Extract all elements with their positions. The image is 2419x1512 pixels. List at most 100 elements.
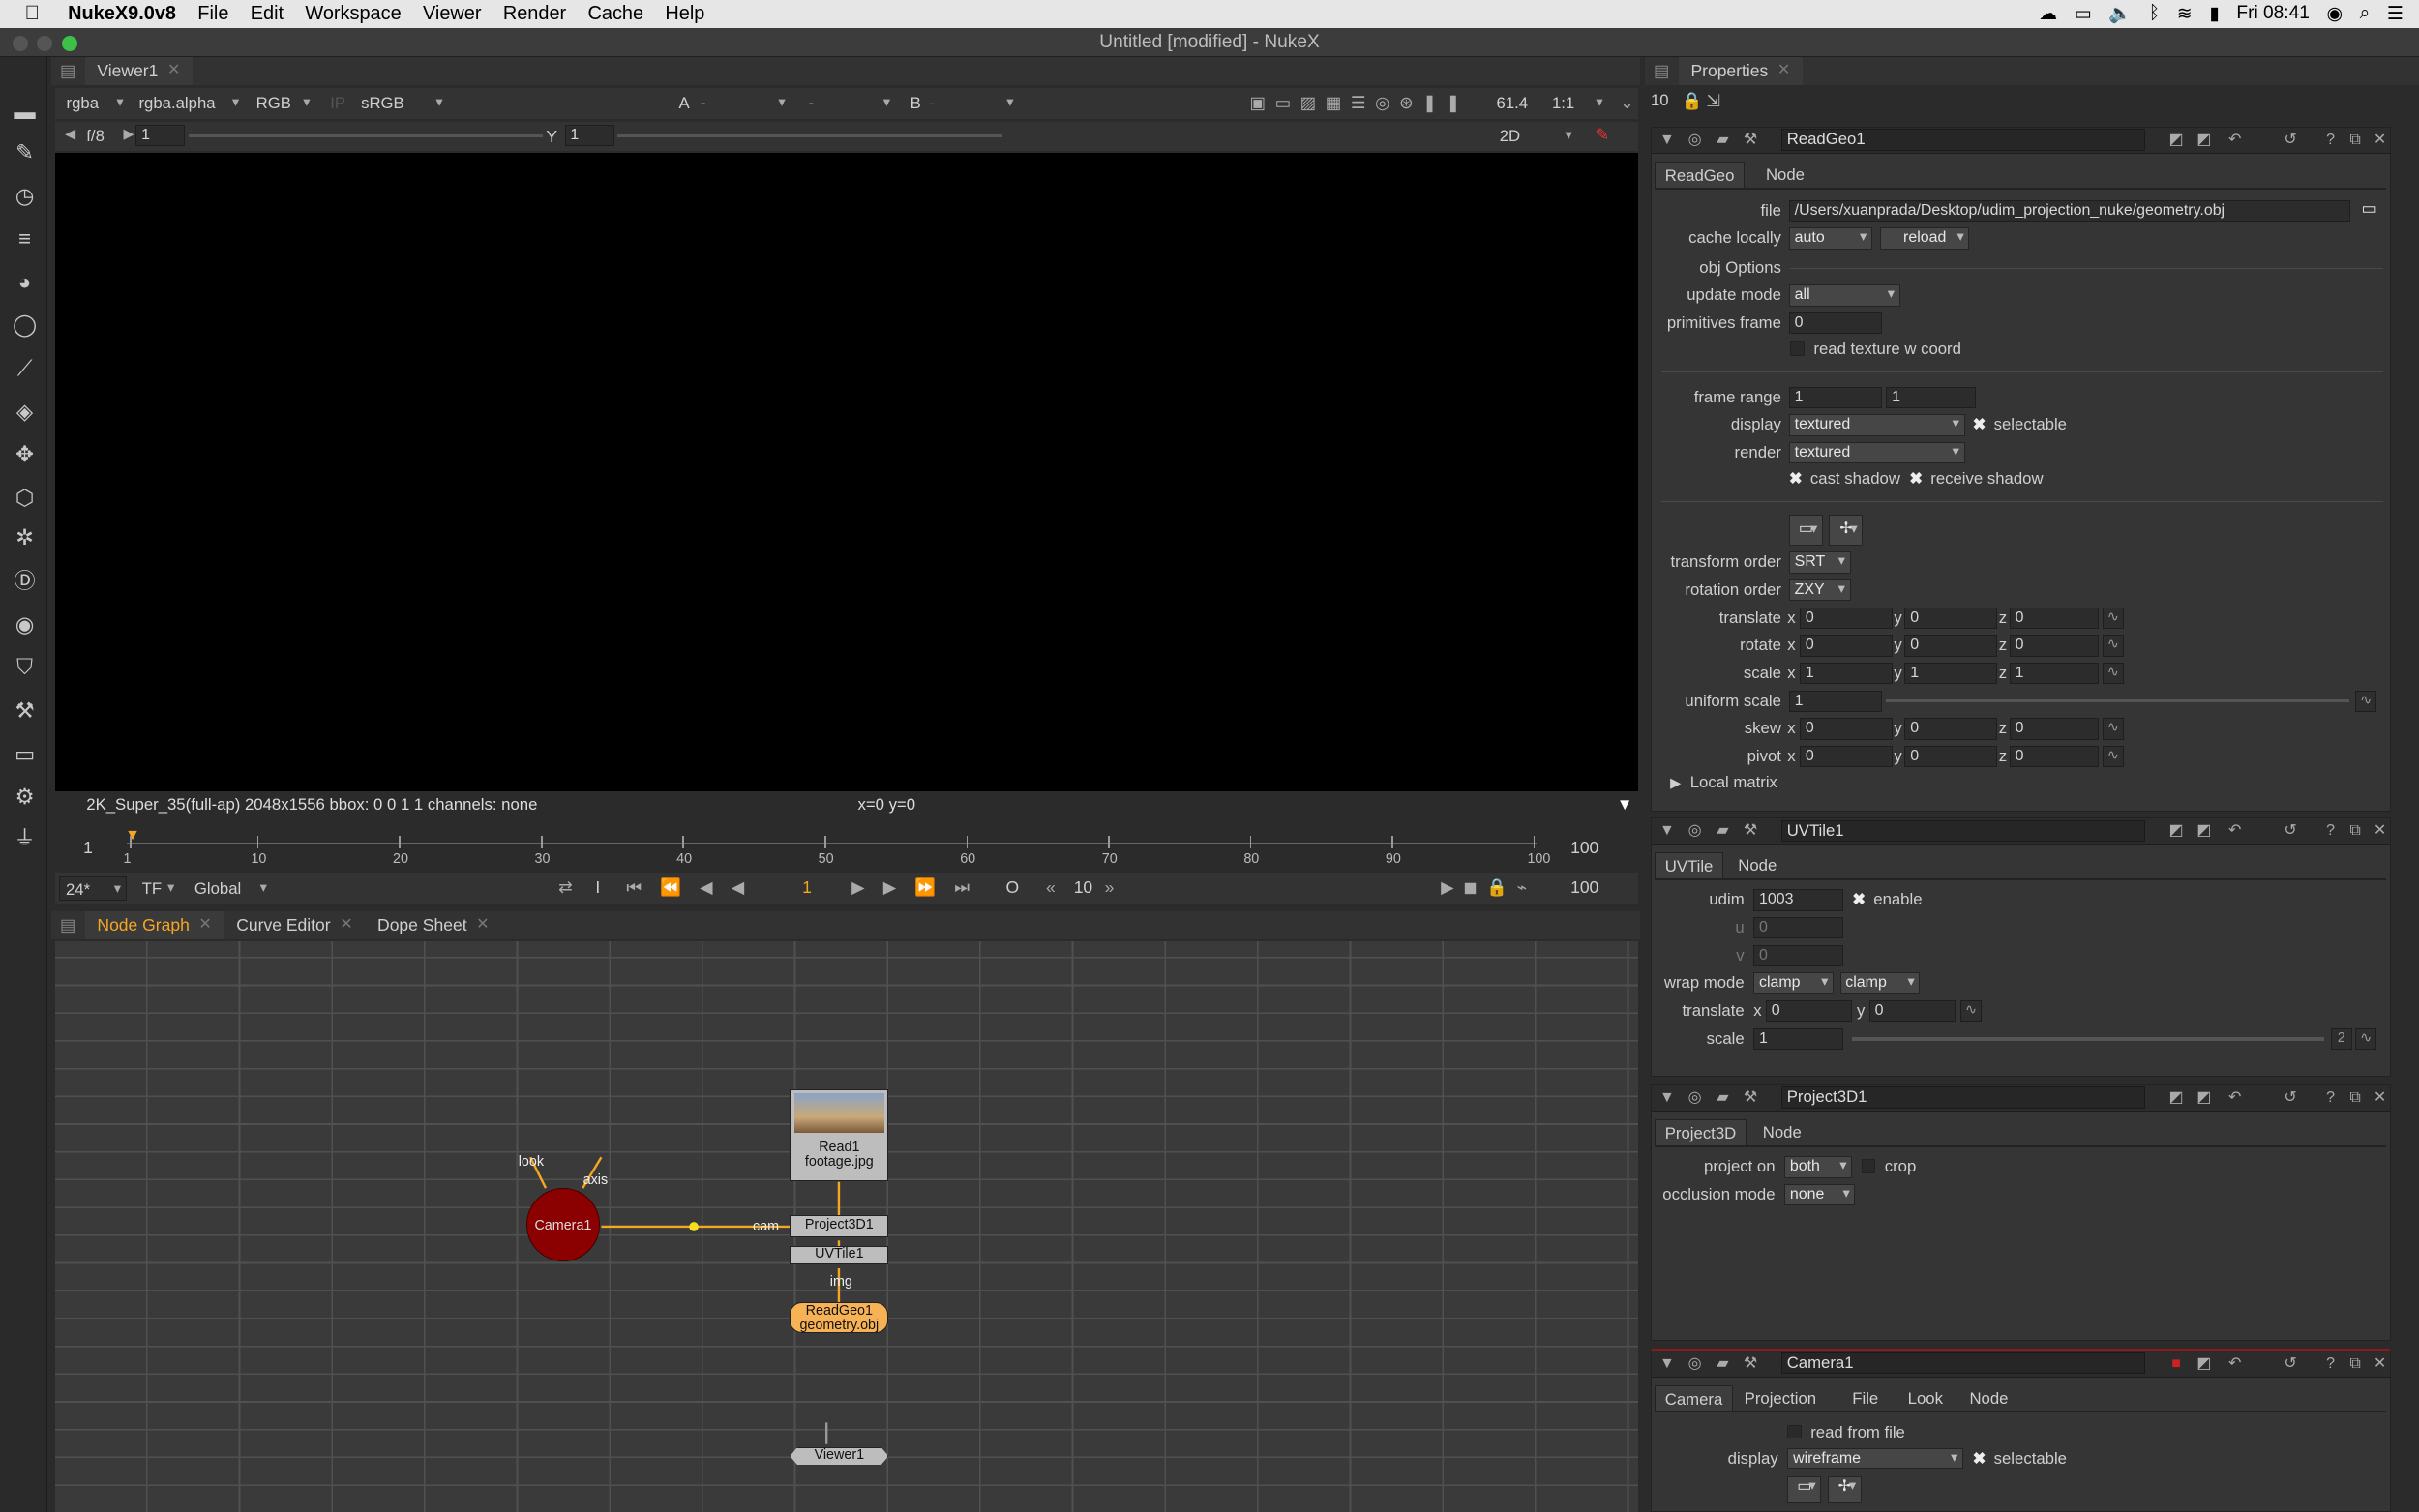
edit2-icon[interactable]: ◩ — [2195, 821, 2213, 840]
playhead[interactable]: ▼ — [125, 827, 140, 845]
close-panel-icon[interactable]: ✕ — [2371, 1354, 2389, 1373]
collapse-icon[interactable]: ▼ — [1657, 1088, 1676, 1107]
pivot-x-field[interactable]: 0 — [1800, 746, 1893, 768]
skew-y-field[interactable]: 0 — [1904, 718, 1998, 740]
float-panel-icon[interactable]: ⧉ — [2345, 1088, 2364, 1107]
float-panel-icon[interactable]: ⧉ — [2345, 821, 2364, 840]
volume-icon[interactable]: 🔈 — [2108, 2, 2132, 25]
transport-forward-icons[interactable]: ▶▶⏩⏭ — [851, 877, 988, 898]
crop-checkbox[interactable]: crop — [1861, 1156, 1916, 1177]
wrench-icon[interactable]: ⚒ — [1741, 821, 1759, 840]
ratio-dropdown[interactable]: 1:1 — [1546, 91, 1608, 116]
notification-icon[interactable]: ☰ — [2387, 2, 2404, 25]
help-icon[interactable]: ? — [2321, 1354, 2340, 1373]
loop-icon[interactable]: ⇄ — [558, 877, 573, 898]
update-mode-dropdown[interactable]: all — [1788, 284, 1900, 307]
help-icon[interactable]: ? — [2321, 821, 2340, 840]
battery-icon[interactable]: ▮ — [2209, 2, 2220, 25]
readgeo1-node[interactable]: ReadGeo1 geometry.obj — [790, 1301, 889, 1333]
undo-icon[interactable]: ↶ — [2225, 1088, 2244, 1107]
u-field[interactable]: 0 — [1753, 917, 1843, 939]
occlusion-mode-dropdown[interactable]: none — [1784, 1183, 1856, 1206]
camera1-name-field[interactable]: Camera1 — [1780, 1352, 2146, 1375]
revert-icon[interactable]: ↺ — [2282, 131, 2300, 149]
scale-z-field[interactable]: 1 — [2009, 662, 2100, 685]
render-dropdown[interactable]: textured — [1788, 441, 1965, 464]
tab-node[interactable]: Node — [1960, 1385, 2017, 1411]
gamma-field[interactable]: 1 — [564, 125, 614, 147]
close-window-button[interactable] — [12, 35, 28, 51]
gamma-slider[interactable] — [616, 133, 1003, 137]
plugin-tool-icon[interactable]: ⏚ — [10, 823, 41, 854]
transform-order-dropdown[interactable]: SRT — [1788, 551, 1851, 574]
axis-handle-icon[interactable]: ✢ — [1829, 514, 1864, 546]
colorspace-dropdown[interactable]: sRGB — [355, 91, 448, 116]
revert-icon[interactable]: ↺ — [2282, 821, 2300, 840]
menu-file[interactable]: File — [197, 3, 228, 25]
wrap-mode-u-dropdown[interactable]: clamp — [1753, 972, 1835, 994]
receive-shadow-checkbox[interactable]: ✖ receive shadow — [1909, 468, 2043, 489]
node-graph[interactable]: Read1 footage.jpg Camera1 look axis cam … — [55, 940, 1639, 1512]
fps-dropdown[interactable]: 24* — [58, 875, 127, 902]
center-icon[interactable]: ◎ — [1686, 1354, 1704, 1373]
frame-range-start[interactable]: 1 — [1788, 386, 1882, 408]
cloud-icon[interactable]: ☁ — [2039, 2, 2057, 25]
menu-edit[interactable]: Edit — [251, 3, 284, 25]
in-point-button[interactable]: I — [595, 877, 600, 898]
transport-back-icons[interactable]: ⏮⏪◀◀ — [626, 877, 762, 898]
timeline[interactable]: 1 ▼ 1 10 20 30 40 50 60 70 80 90 100 100 — [55, 821, 1639, 872]
wrench-icon[interactable]: ⚒ — [1741, 131, 1759, 149]
composite-dropdown[interactable]: - — [802, 91, 895, 116]
tab-project3d[interactable]: Project3D — [1655, 1118, 1747, 1146]
undo-icon[interactable]: ↶ — [2225, 821, 2244, 840]
alpha-dropdown[interactable]: rgba.alpha — [133, 91, 244, 116]
viewer1-node[interactable]: Viewer1 — [790, 1446, 889, 1466]
checkbox-box[interactable] — [1861, 1159, 1876, 1173]
scale-x-field[interactable]: 1 — [1800, 662, 1893, 685]
airplay-icon[interactable]: ▭ — [2075, 2, 2092, 25]
curve-icon[interactable]: ∿ — [2102, 635, 2124, 657]
camera-selectable-checkbox[interactable]: ✖ selectable — [1973, 1448, 2067, 1469]
help-icon[interactable]: ? — [2321, 131, 2340, 149]
menu-cache[interactable]: Cache — [587, 3, 643, 25]
skip-forward-icon[interactable]: » — [1105, 877, 1115, 898]
scale-y-field[interactable]: 1 — [1904, 662, 1998, 685]
edit2-icon[interactable]: ◩ — [2195, 1354, 2213, 1373]
spotlight-icon[interactable]: ⌕ — [2360, 3, 2371, 24]
local-matrix-toggle[interactable]: ▶ Local matrix — [1670, 772, 1777, 794]
checkbox-box[interactable] — [1790, 341, 1805, 356]
collapse-icon[interactable]: ▼ — [1657, 821, 1676, 840]
gain-slider[interactable] — [188, 133, 544, 137]
cache-dropdown[interactable]: auto — [1788, 227, 1872, 250]
color-tool-icon[interactable]: ◕ — [10, 267, 41, 298]
user-icon[interactable]: ◉ — [2326, 2, 2343, 25]
viewer-icon[interactable]: ▰ — [1714, 821, 1732, 840]
udim-field[interactable]: 1003 — [1753, 889, 1843, 911]
viewer-tool-icons[interactable]: ▣▭▨▦☰◎⊛❚❚ — [1249, 93, 1469, 113]
pivot-z-field[interactable]: 0 — [2009, 746, 2100, 768]
snap-folder-icon[interactable]: ▭ — [1788, 514, 1823, 546]
help-icon[interactable]: ? — [2321, 1088, 2340, 1107]
folder-icon[interactable]: ▭ — [2361, 198, 2377, 219]
rotate-y-field[interactable]: 0 — [1904, 635, 1998, 657]
views-tool-icon[interactable]: ◉ — [10, 609, 41, 640]
skew-z-field[interactable]: 0 — [2009, 718, 2100, 740]
pane-menu-icon[interactable]: ▤ — [51, 915, 85, 935]
triangle-down-icon[interactable]: ▼ — [1617, 791, 1633, 817]
curve-icon[interactable]: ∿ — [2102, 662, 2124, 685]
curve-icon[interactable]: ∿ — [2102, 718, 2124, 740]
camera1-node[interactable]: Camera1 — [525, 1187, 601, 1262]
transform-tool-icon[interactable]: ✥ — [10, 439, 41, 470]
timeline-track[interactable] — [126, 842, 1537, 845]
uv-scale-slider[interactable] — [1852, 1037, 2325, 1041]
uv-translate-y-field[interactable]: 0 — [1868, 1000, 1956, 1023]
fstop-next-icon[interactable]: ▶ — [124, 127, 134, 142]
project-on-dropdown[interactable]: both — [1784, 1156, 1853, 1178]
current-frame[interactable]: 1 — [802, 877, 812, 898]
close-icon[interactable]: ✕ — [340, 911, 352, 939]
tab-readgeo[interactable]: ReadGeo — [1655, 161, 1745, 188]
edit-icon[interactable]: ◩ — [2167, 131, 2186, 149]
collapse-icon[interactable]: ▼ — [1657, 1354, 1676, 1373]
menu-help[interactable]: Help — [665, 3, 704, 25]
pivot-y-field[interactable]: 0 — [1904, 746, 1998, 768]
